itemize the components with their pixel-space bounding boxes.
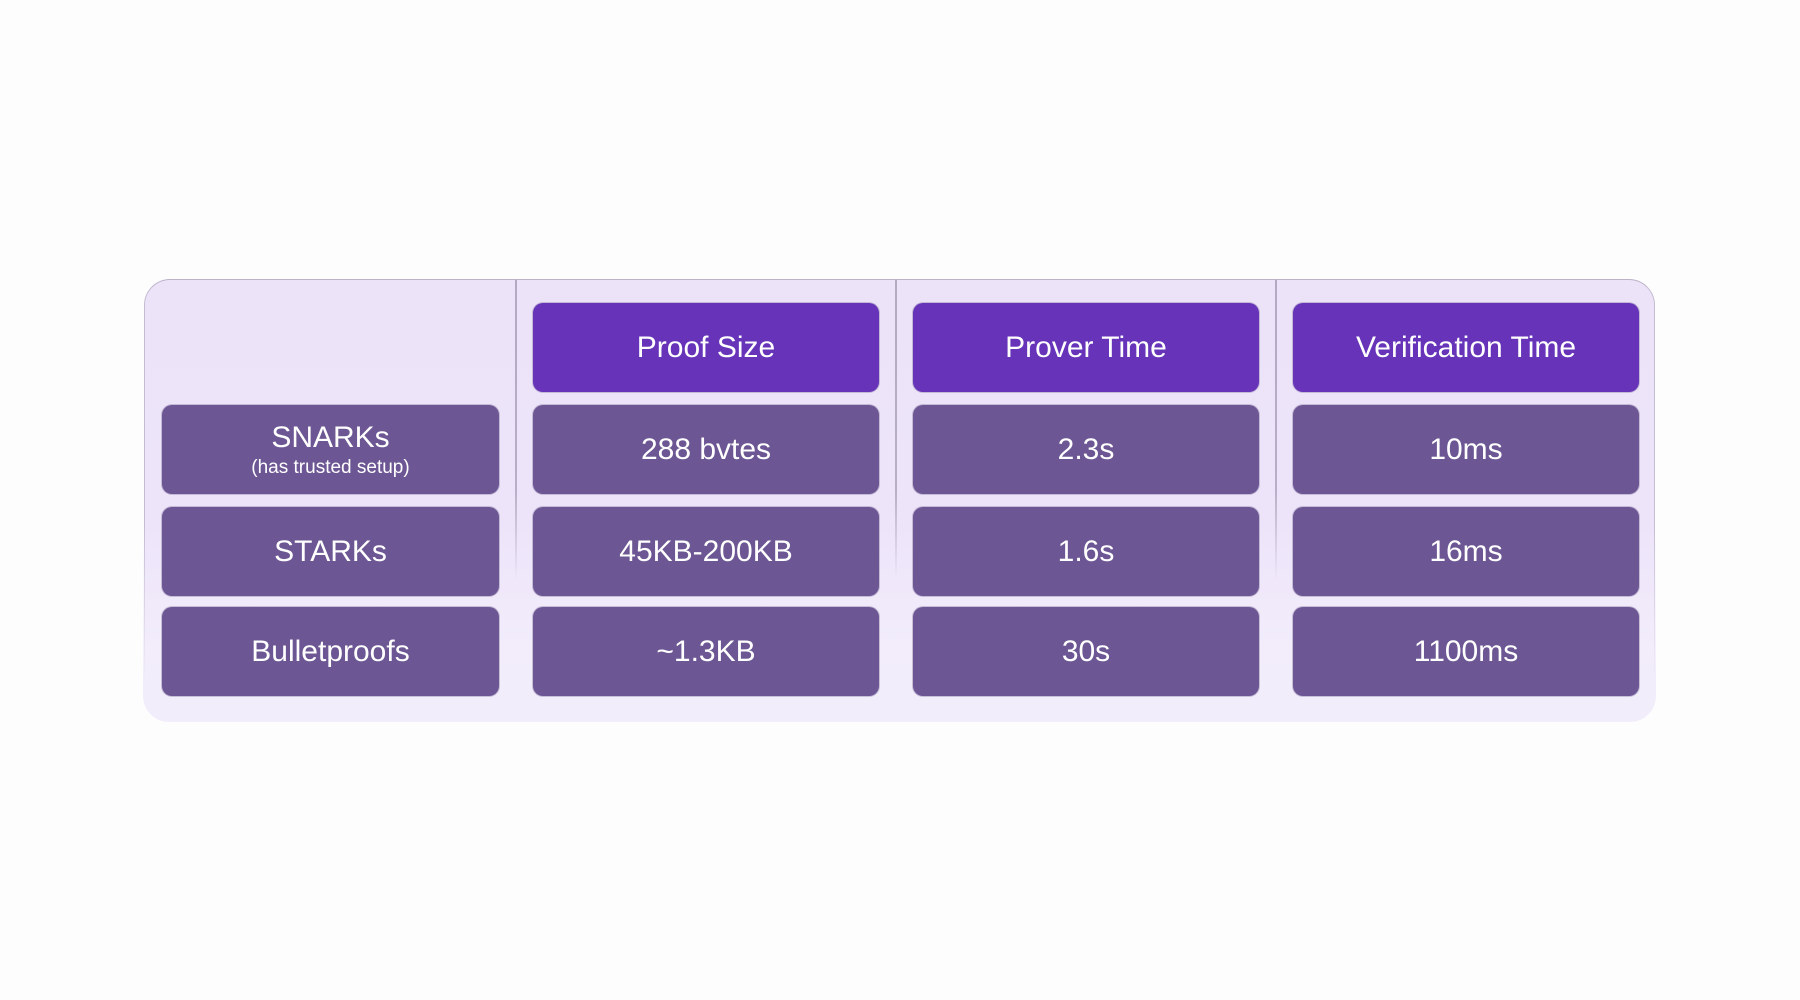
cell-value: 30s [1061, 634, 1111, 668]
column-header-label: Proof Size [636, 330, 776, 364]
column-divider [1275, 280, 1277, 580]
column-header-label: Verification Time [1355, 330, 1577, 364]
row-label-bulletproofs: Bulletproofs [162, 607, 499, 696]
column-header-proof-size: Proof Size [533, 303, 879, 392]
row-label-name: STARKs [274, 534, 387, 568]
table-cell: 288 bvtes [533, 405, 879, 494]
table-cell: 45KB-200KB [533, 507, 879, 596]
cell-value: ~1.3KB [656, 634, 756, 668]
table-cell: 16ms [1293, 507, 1639, 596]
cell-value: 1100ms [1413, 634, 1519, 668]
column-header-label: Prover Time [1005, 330, 1167, 364]
cell-value: 1.6s [1057, 534, 1115, 568]
row-label-starks: STARKs [162, 507, 499, 596]
table-cell: 1.6s [913, 507, 1259, 596]
cell-value: 10ms [1429, 432, 1503, 466]
row-label-name: SNARKs [271, 420, 390, 454]
table-cell: 2.3s [913, 405, 1259, 494]
cell-value: 2.3s [1057, 432, 1115, 466]
column-header-verification-time: Verification Time [1293, 303, 1639, 392]
row-label-note: (has trusted setup) [251, 456, 410, 478]
column-divider [515, 280, 517, 580]
table-cell: 1100ms [1293, 607, 1639, 696]
table-cell: 10ms [1293, 405, 1639, 494]
cell-value: 45KB-200KB [619, 534, 793, 568]
cell-value: 288 bvtes [640, 432, 772, 466]
row-label-name: Bulletproofs [251, 634, 410, 668]
cell-value: 16ms [1429, 534, 1503, 568]
table-cell: ~1.3KB [533, 607, 879, 696]
column-divider [895, 280, 897, 580]
row-label-snarks: SNARKs (has trusted setup) [162, 405, 499, 494]
column-header-prover-time: Prover Time [913, 303, 1259, 392]
table-cell: 30s [913, 607, 1259, 696]
